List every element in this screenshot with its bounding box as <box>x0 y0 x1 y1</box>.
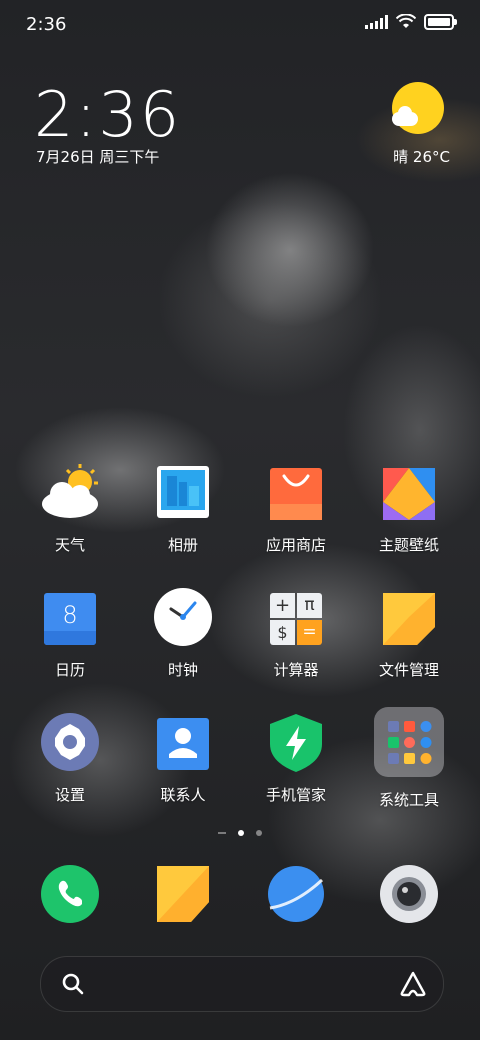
widget-clock[interactable]: 2:36 <box>34 78 181 151</box>
app-calendar[interactable]: 8 日历 <box>14 587 126 680</box>
app-label: 日历 <box>54 661 85 679</box>
settings-gear-icon <box>40 712 100 772</box>
status-time: 2:36 <box>26 14 67 35</box>
calc-equals: = <box>302 622 317 642</box>
app-store[interactable]: 应用商店 <box>240 462 352 555</box>
calculator-icon: + π $ = <box>266 587 326 647</box>
page-dot <box>256 830 262 836</box>
dock-camera[interactable] <box>379 864 439 924</box>
calc-plus: + <box>274 595 291 616</box>
contacts-icon <box>153 712 213 772</box>
app-label: 主题壁纸 <box>378 536 439 554</box>
shield-lightning-icon <box>266 712 326 772</box>
app-calculator[interactable]: + π $ = 计算器 <box>240 587 352 680</box>
phone-icon <box>41 865 99 923</box>
search-bar[interactable] <box>40 956 444 1012</box>
search-icon <box>62 973 84 995</box>
battery-icon <box>424 14 457 30</box>
dock-browser[interactable] <box>266 864 326 924</box>
system-tools-folder-icon <box>374 707 444 777</box>
weather-app-icon <box>40 462 100 522</box>
folder-system-tools[interactable]: 系统工具 <box>353 707 465 810</box>
app-label: 文件管理 <box>378 661 439 679</box>
clock-icon <box>153 587 213 647</box>
app-label: 手机管家 <box>265 786 326 804</box>
app-label: 系统工具 <box>378 791 439 809</box>
browser-planet-icon <box>268 866 324 922</box>
app-label: 应用商店 <box>265 536 326 554</box>
app-label: 时钟 <box>167 661 198 679</box>
app-file-manager[interactable]: 文件管理 <box>353 587 465 680</box>
calc-dollar: $ <box>277 623 288 642</box>
weather-text: 晴 26°C <box>393 148 450 166</box>
calc-pi: π <box>304 595 315 615</box>
widget-date: 7月26日 周三下午 <box>36 148 160 166</box>
page-indicator-menu-icon <box>218 832 226 834</box>
app-contacts[interactable]: 联系人 <box>127 712 239 805</box>
dock-phone[interactable] <box>40 864 100 924</box>
app-label: 设置 <box>54 786 85 804</box>
dock-messages[interactable] <box>153 864 213 924</box>
wifi-icon <box>396 14 416 28</box>
themes-icon <box>379 462 439 522</box>
calendar-icon: 8 <box>40 587 100 647</box>
app-label: 天气 <box>54 536 85 554</box>
app-clock[interactable]: 时钟 <box>127 587 239 680</box>
dock <box>0 864 480 924</box>
app-weather[interactable]: 天气 <box>14 462 126 555</box>
app-themes[interactable]: 主题壁纸 <box>353 462 465 555</box>
page-indicator[interactable] <box>0 830 480 836</box>
app-settings[interactable]: 设置 <box>14 712 126 805</box>
status-bar: 2:36 <box>0 0 480 50</box>
store-bag-icon <box>266 462 326 522</box>
calendar-day: 8 <box>62 601 78 629</box>
camera-icon <box>380 865 438 923</box>
app-label: 联系人 <box>160 786 206 804</box>
app-gallery[interactable]: 相册 <box>127 462 239 555</box>
folder-icon <box>379 587 439 647</box>
messages-icon <box>157 866 209 922</box>
status-icons <box>365 14 457 30</box>
app-label: 计算器 <box>273 661 319 679</box>
cloud-icon <box>392 106 418 126</box>
gallery-icon <box>153 462 213 522</box>
app-security[interactable]: 手机管家 <box>240 712 352 805</box>
app-label: 相册 <box>167 536 198 554</box>
assistant-icon[interactable] <box>399 971 427 997</box>
page-dot-active <box>238 830 244 836</box>
signal-icon <box>365 15 388 29</box>
